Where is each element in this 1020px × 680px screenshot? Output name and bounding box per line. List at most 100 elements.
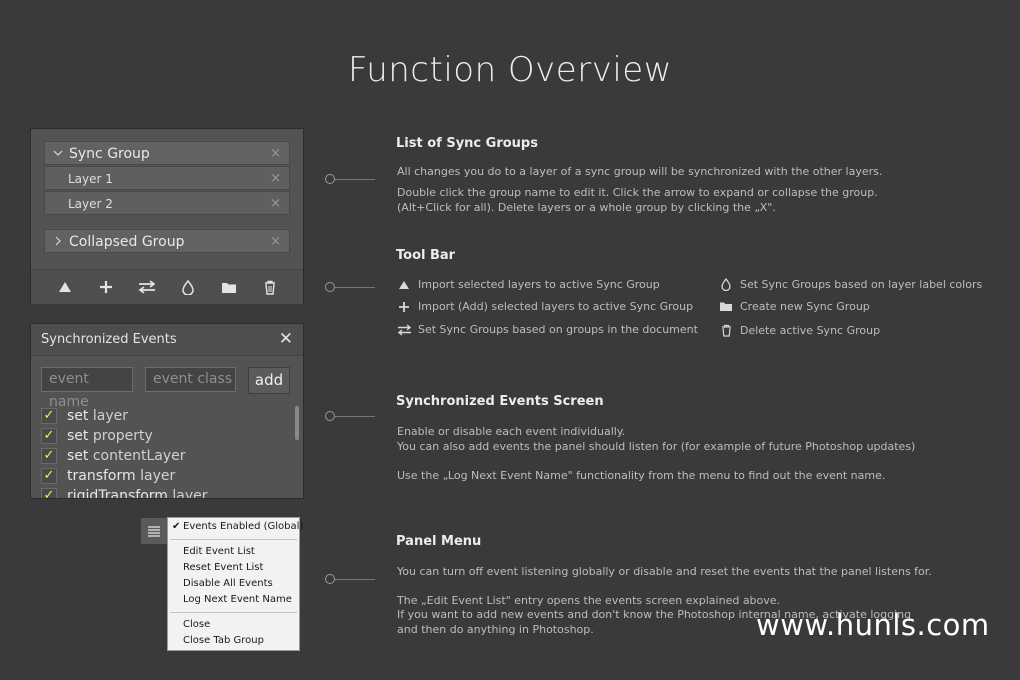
chevron-right-icon[interactable] [52,230,64,254]
event-verb: set [67,408,89,424]
menu-item-close[interactable]: Close [168,617,299,633]
layer-row[interactable]: Layer 1 × [44,166,290,190]
section-text: The „Edit Event List" entry opens the ev… [397,594,781,607]
sync-group-name[interactable]: Sync Group [69,142,150,166]
section-text: You can turn off event listening globall… [397,565,932,578]
section-title-events-screen: Synchronized Events Screen [396,394,604,409]
remove-layer-icon[interactable]: × [270,192,281,216]
checkmark-icon: ✔ [172,521,181,532]
close-icon[interactable]: ✕ [279,329,293,349]
remove-group-icon[interactable]: × [270,230,281,254]
section-text: (Alt+Click for all). Delete layers or a … [397,201,776,214]
add-layers-button[interactable] [85,270,126,304]
event-object: contentLayer [92,448,186,464]
menu-item-edit-event-list[interactable]: Edit Event List [168,544,299,560]
menu-item-label: Edit Event List [183,546,255,557]
event-object: property [92,428,153,444]
menu-item-disable-all-events[interactable]: Disable All Events [168,576,299,592]
section-text: All changes you do to a layer of a sync … [397,165,883,178]
delete-group-button[interactable] [249,270,290,304]
synchronized-events-panel: Synchronized Events ✕ event name event c… [30,323,304,499]
section-title-sync-groups: List of Sync Groups [396,136,538,151]
toolbar [31,269,303,304]
section-text: and then do anything in Photoshop. [397,623,594,636]
chevron-down-icon[interactable] [52,142,64,166]
connector [325,574,375,584]
menu-item-label: Reset Event List [183,562,264,573]
tool-description: Delete active Sync Group [718,324,880,337]
menu-item-close-tab-group[interactable]: Close Tab Group [168,633,299,649]
list-item: ✓ transform layer [41,466,291,486]
menu-item-label: Close Tab Group [183,635,264,646]
tool-description-text: Import (Add) selected layers to active S… [418,300,694,313]
list-item: ✓ set property [41,426,291,446]
new-group-button[interactable] [208,270,249,304]
tool-description-text: Create new Sync Group [740,300,870,313]
event-verb: rigidTransform [67,488,168,499]
event-object: layer [92,408,128,424]
section-text: Use the „Log Next Event Name" functional… [397,469,886,482]
menu-divider [170,612,297,613]
remove-layer-icon[interactable]: × [270,167,281,191]
tool-description: Import selected layers to active Sync Gr… [396,278,660,291]
menu-item-label: Disable All Events [183,578,273,589]
event-checkbox[interactable]: ✓ [41,428,57,444]
connector [325,282,375,292]
section-text: You can also add events the panel should… [397,440,916,453]
section-text: Enable or disable each event individuall… [397,425,626,438]
remove-group-icon[interactable]: × [270,142,281,166]
menu-item-reset-event-list[interactable]: Reset Event List [168,560,299,576]
collapsed-group-row[interactable]: Collapsed Group × [44,229,290,253]
swap-arrows-icon [396,323,412,336]
layer-row[interactable]: Layer 2 × [44,191,290,215]
menu-item-label: Close [183,619,211,630]
event-verb: transform [67,468,136,484]
trash-icon [718,324,734,337]
import-layers-button[interactable] [44,270,85,304]
tool-description-text: Set Sync Groups based on groups in the d… [418,323,698,336]
tool-description-text: Set Sync Groups based on layer label col… [740,278,983,291]
panel-menu-button[interactable] [141,518,167,544]
event-verb: set [67,448,89,464]
menu-item-label: Log Next Event Name [183,594,292,605]
collapsed-group-name[interactable]: Collapsed Group [69,230,184,254]
scrollbar-thumb[interactable] [295,406,299,440]
event-class-input[interactable]: event class [145,367,236,392]
layer-name: Layer 1 [68,172,113,186]
swap-arrows-icon [138,280,155,294]
tool-description: Set Sync Groups based on layer label col… [718,278,982,291]
plus-icon [99,281,112,293]
watermark: www.hunls.com [756,608,990,642]
event-name-input[interactable]: event name [41,367,133,410]
event-list: ✓ set layer ✓ set property ✓ set content… [41,406,291,499]
connector [325,174,375,184]
hamburger-menu-icon [148,526,160,537]
folder-icon [221,282,236,293]
plus-icon [396,301,412,313]
events-panel-header: Synchronized Events ✕ [31,324,303,356]
section-title-tool-bar: Tool Bar [396,248,456,263]
event-checkbox[interactable]: ✓ [41,468,57,484]
event-checkbox[interactable]: ✓ [41,448,57,464]
trash-icon [264,280,275,295]
sync-by-colors-button[interactable] [167,270,208,304]
sync-group-row[interactable]: Sync Group × [44,141,290,165]
menu-item-events-enabled[interactable]: ✔ Events Enabled (Global) [168,519,303,535]
add-event-button[interactable]: add [248,367,290,394]
folder-icon [718,301,734,312]
layer-name: Layer 2 [68,197,113,211]
tool-description-text: Delete active Sync Group [740,324,881,337]
menu-divider [170,539,297,540]
menu-item-log-next-event-name[interactable]: Log Next Event Name [168,592,299,608]
tool-description: Create new Sync Group [718,300,870,313]
section-text: Double click the group name to edit it. … [397,186,878,199]
list-item: ✓ rigidTransform layer [41,486,291,499]
event-checkbox[interactable]: ✓ [41,408,57,424]
event-checkbox[interactable]: ✓ [41,488,57,498]
list-item: ✓ set contentLayer [41,446,291,466]
sync-by-groups-button[interactable] [126,270,167,304]
panel-menu: ✔ Events Enabled (Global) Edit Event Lis… [167,517,303,651]
droplet-icon [181,279,194,295]
event-object: layer [172,488,208,499]
sync-group-list: Sync Group × Layer 1 × Layer 2 × [44,141,290,216]
